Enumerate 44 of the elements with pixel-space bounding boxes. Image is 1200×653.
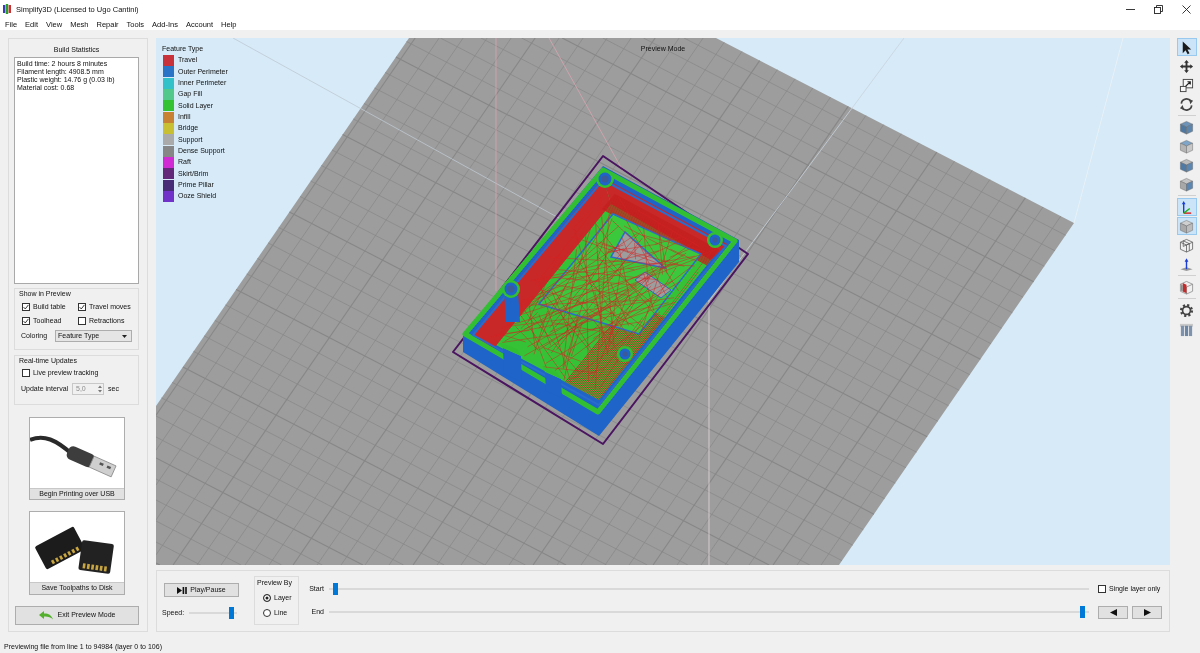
step-forward-button[interactable] xyxy=(1132,606,1162,619)
restore-icon[interactable] xyxy=(1153,4,1163,14)
slider-thumb[interactable] xyxy=(332,583,338,595)
step-back-button[interactable] xyxy=(1098,606,1128,619)
wireframe-cube-icon xyxy=(1179,237,1194,253)
cylinders-icon xyxy=(1179,321,1194,337)
cube-icon xyxy=(1179,119,1194,135)
cube-icon xyxy=(1179,138,1194,154)
cube-icon xyxy=(1179,218,1194,234)
speed-slider[interactable] xyxy=(189,607,237,619)
check-icon xyxy=(23,304,29,310)
settings-icon xyxy=(1179,302,1194,318)
back-arrow-icon xyxy=(38,611,53,620)
axis-arrow-icon xyxy=(1179,256,1194,272)
caret-icon xyxy=(122,334,127,338)
app-logo-icon xyxy=(3,4,11,14)
move-arrows-icon xyxy=(1179,58,1194,74)
play-pause-icon xyxy=(177,586,188,594)
checkbox[interactable] xyxy=(78,303,86,311)
right-triangle-icon xyxy=(1143,609,1151,616)
close-icon[interactable] xyxy=(1181,4,1191,14)
check-icon xyxy=(23,318,29,324)
checkbox[interactable] xyxy=(22,369,30,377)
slider-thumb[interactable] xyxy=(229,607,234,619)
radio-button[interactable] xyxy=(263,609,271,617)
left-triangle-icon xyxy=(1109,609,1117,616)
check-icon xyxy=(79,304,85,310)
radio-button[interactable] xyxy=(263,594,271,602)
spin-arrows-icon xyxy=(98,385,102,393)
rotate-icon xyxy=(1179,96,1194,112)
checkbox[interactable] xyxy=(78,317,86,325)
slider-thumb[interactable] xyxy=(1080,606,1086,618)
axes-icon xyxy=(1179,199,1194,215)
end-slider[interactable] xyxy=(329,606,1089,618)
toolbar-button[interactable] xyxy=(1176,38,1197,56)
toolbar-button[interactable] xyxy=(1176,198,1197,216)
cube-icon xyxy=(1179,157,1194,173)
checkbox[interactable] xyxy=(22,317,30,325)
checkbox[interactable] xyxy=(22,303,30,311)
checkbox[interactable] xyxy=(1098,585,1106,593)
scale-icon xyxy=(1179,77,1194,93)
cube-icon xyxy=(1179,176,1194,192)
section-cube-icon xyxy=(1179,279,1194,295)
start-slider[interactable] xyxy=(329,583,1089,595)
